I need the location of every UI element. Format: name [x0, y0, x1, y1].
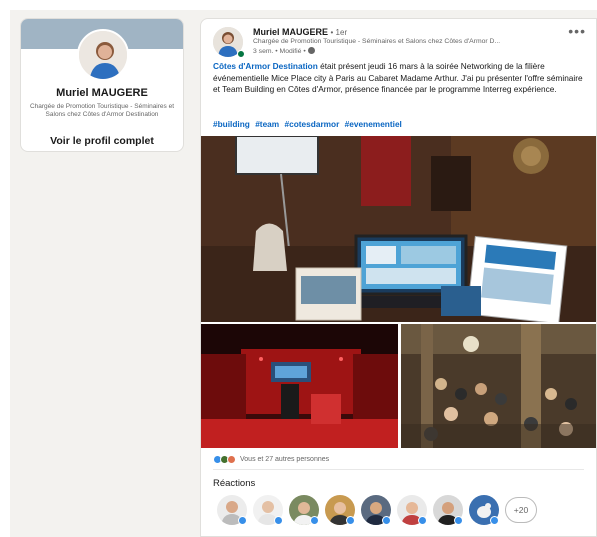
profile-name[interactable]: Muriel MAUGERE: [21, 87, 183, 99]
post-meta: 3 sem. • Modifié •: [253, 47, 315, 55]
post-photo-stage[interactable]: [201, 324, 398, 448]
hashtags: #building #team #cotesdarmor #evenementi…: [213, 119, 405, 129]
reactor-avatar[interactable]: [253, 495, 283, 525]
post-photo-crowd[interactable]: [401, 324, 596, 448]
reactor-avatar[interactable]: [361, 495, 391, 525]
love-reaction-icon: [227, 455, 236, 464]
reactions-title: Réactions: [213, 478, 256, 489]
like-icon: [238, 516, 247, 525]
like-icon: [418, 516, 427, 525]
profile-headline: Chargée de Promotion Touristique - Sémin…: [29, 103, 175, 118]
like-icon: [274, 516, 283, 525]
reactor-avatar[interactable]: [469, 495, 499, 525]
like-icon: [310, 516, 319, 525]
reactor-avatar[interactable]: [289, 495, 319, 525]
post-text: Côtes d'Armor Destination était présent …: [213, 61, 589, 96]
reactor-avatar[interactable]: [325, 495, 355, 525]
hashtag-link[interactable]: #evenementiel: [345, 119, 402, 129]
company-mention-link[interactable]: Côtes d'Armor Destination: [213, 61, 318, 71]
author-name[interactable]: Muriel MAUGERE • 1er: [253, 27, 347, 37]
reactor-avatar[interactable]: [433, 495, 463, 525]
like-icon: [382, 516, 391, 525]
globe-icon: [307, 47, 315, 54]
reaction-count[interactable]: Vous et 27 autres personnes: [240, 456, 329, 463]
profile-card: Muriel MAUGERE Chargée de Promotion Tour…: [20, 18, 184, 152]
online-status-indicator: [237, 50, 245, 58]
reactor-avatar[interactable]: [397, 495, 427, 525]
like-icon: [490, 516, 499, 525]
divider: [213, 469, 584, 470]
post-card: Muriel MAUGERE • 1er Chargée de Promotio…: [200, 18, 597, 537]
hashtag-link[interactable]: #team: [255, 119, 279, 129]
like-icon: [346, 516, 355, 525]
more-options-icon[interactable]: •••: [568, 23, 586, 39]
more-reactors-button[interactable]: +20: [505, 497, 537, 523]
reaction-summary[interactable]: Vous et 27 autres personnes: [213, 455, 329, 464]
view-full-profile-link[interactable]: Voir le profil complet: [21, 135, 183, 147]
connection-degree: • 1er: [330, 28, 348, 37]
author-name-text[interactable]: Muriel MAUGERE: [253, 27, 328, 37]
reactor-list: +20: [217, 495, 537, 525]
hashtag-link[interactable]: #cotesdarmor: [284, 119, 339, 129]
reactor-avatar[interactable]: [217, 495, 247, 525]
hashtag-link[interactable]: #building: [213, 119, 250, 129]
post-photo-booth[interactable]: [201, 136, 596, 322]
post-meta-text: 3 sem. • Modifié •: [253, 48, 306, 55]
like-icon: [454, 516, 463, 525]
profile-avatar[interactable]: [77, 29, 129, 81]
author-headline: Chargée de Promotion Touristique - Sémin…: [253, 38, 501, 45]
